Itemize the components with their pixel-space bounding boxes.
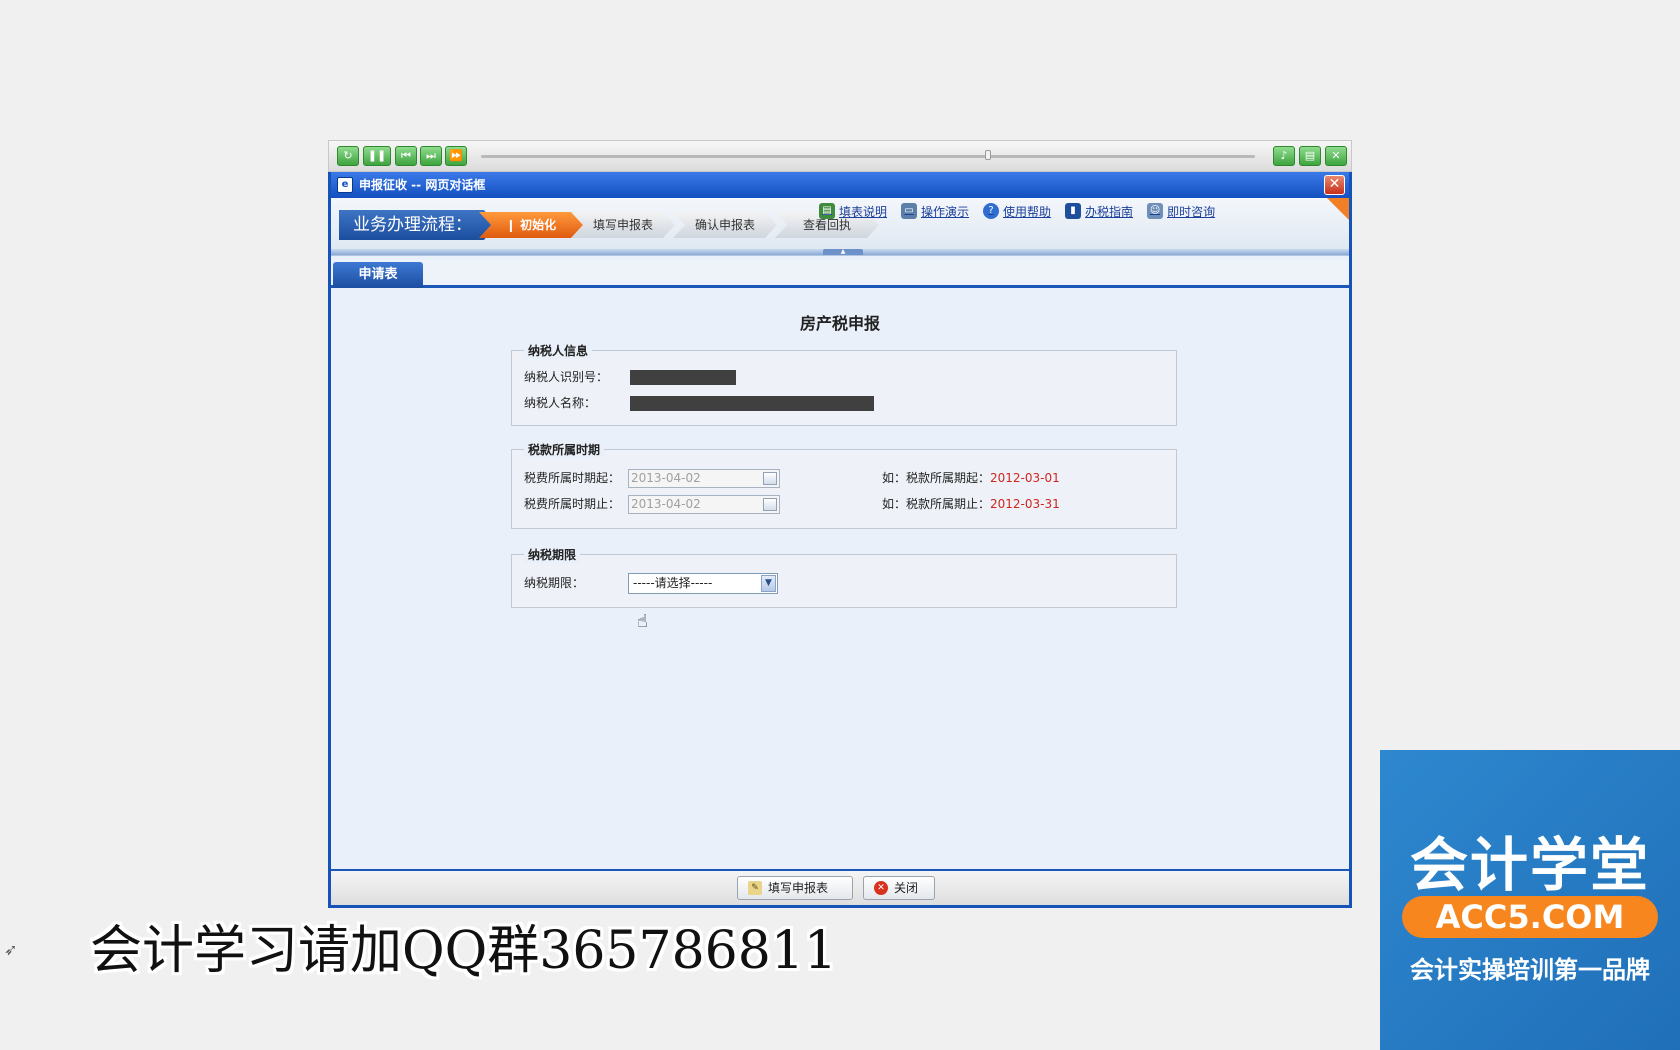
- process-label: 业务办理流程：: [339, 210, 496, 240]
- link-tax-guide[interactable]: ▮ 办税指南: [1065, 203, 1133, 220]
- qq-group-caption: 会计学习请加QQ群365786811: [90, 921, 838, 981]
- dialog-titlebar: e 申报征收 -- 网页对话框 ✕: [331, 172, 1349, 198]
- tab-bar: 申请表: [331, 260, 1349, 288]
- hint-value: 2012-03-31: [990, 497, 1060, 511]
- link-form-instructions[interactable]: ▤ 填表说明: [819, 203, 887, 220]
- tax-deadline-group: 纳税期限 纳税期限： -----请选择----- ▼: [511, 546, 1177, 608]
- user-chat-icon: ☺: [1147, 203, 1164, 219]
- link-help[interactable]: ? 使用帮助: [983, 203, 1051, 220]
- question-icon: ?: [983, 203, 1000, 219]
- period-start-label: 税费所属时期起：: [524, 471, 621, 485]
- progress-knob[interactable]: [985, 150, 991, 160]
- hint-value: 2012-03-01: [990, 471, 1060, 485]
- mouse-pointer-icon: ➶: [4, 940, 18, 959]
- link-label: 填表说明: [839, 204, 888, 219]
- collapse-handle[interactable]: ▲: [823, 249, 863, 255]
- brand-slogan: 会计实操培训第一品牌: [1410, 956, 1650, 984]
- form-area: 房产税申报 纳税人信息 纳税人识别号： 纳税人名称： 税款所属时期 税费所属时期…: [331, 288, 1349, 862]
- link-label: 办税指南: [1085, 204, 1134, 219]
- dialog-title: 申报征收 -- 网页对话框: [359, 178, 486, 192]
- group-legend: 税款所属时期: [524, 441, 605, 458]
- period-start-input[interactable]: 2013-04-02: [628, 469, 780, 488]
- taxpayer-name-label: 纳税人名称：: [524, 396, 597, 410]
- video-player-bar: ↻ ❚❚ ⏮ ⏭ ⏩ ♪ ▤ ✕: [328, 140, 1352, 172]
- link-label: 即时咨询: [1167, 204, 1216, 219]
- process-header: 业务办理流程： ❙ 初始化 填写申报表 确认申报表 查看回执 ▤ 填表说明 ▭ …: [331, 198, 1349, 256]
- chevron-down-icon[interactable]: ▼: [761, 575, 776, 592]
- edit-icon: ✎: [748, 881, 762, 895]
- tab-application-form[interactable]: 申请表: [333, 262, 423, 288]
- input-value: 2013-04-02: [631, 497, 701, 511]
- brand-name: 会计学堂: [1409, 831, 1650, 899]
- period-end-hint: 如：税款所属期止：2012-03-31: [882, 494, 1060, 514]
- document-icon: ▤: [819, 203, 835, 219]
- replay-icon[interactable]: ↻: [337, 146, 359, 166]
- volume-icon[interactable]: ♪: [1273, 146, 1295, 166]
- select-value: -----请选择-----: [633, 576, 713, 590]
- input-value: 2013-04-02: [631, 471, 701, 485]
- step-initialize[interactable]: ❙ 初始化: [479, 212, 583, 238]
- hint-prefix: 如：税款所属期止：: [882, 497, 991, 511]
- link-label: 操作演示: [921, 204, 970, 219]
- pause-icon[interactable]: ❚❚: [363, 146, 391, 166]
- collapse-bar: ▲: [331, 249, 1349, 255]
- link-demo[interactable]: ▭ 操作演示: [901, 203, 969, 220]
- taxpayer-info-group: 纳税人信息 纳税人识别号： 纳税人名称：: [511, 342, 1177, 426]
- step-confirm-form[interactable]: 确认申报表: [673, 212, 777, 238]
- player-close-icon[interactable]: ✕: [1325, 146, 1347, 166]
- calendar-icon[interactable]: [763, 472, 777, 485]
- step-fill-form[interactable]: 填写申报表: [571, 212, 675, 238]
- deadline-label: 纳税期限：: [524, 576, 585, 590]
- period-start-hint: 如：税款所属期起：2012-03-01: [882, 468, 1060, 488]
- period-end-label: 税费所属时期止：: [524, 497, 621, 511]
- close-button[interactable]: ✕ 关闭: [863, 876, 935, 900]
- next-icon[interactable]: ⏭: [420, 146, 442, 166]
- hint-prefix: 如：税款所属期起：: [882, 471, 991, 485]
- fill-form-button[interactable]: ✎ 填写申报表: [737, 876, 853, 900]
- progress-track[interactable]: [481, 150, 1255, 160]
- taxpayer-id-label: 纳税人识别号：: [524, 370, 609, 384]
- previous-icon[interactable]: ⏮: [395, 146, 417, 166]
- monitor-icon: ▭: [901, 203, 918, 219]
- dialog-window: e 申报征收 -- 网页对话框 ✕ 业务办理流程： ❙ 初始化 填写申报表 确认…: [328, 172, 1352, 908]
- link-instant-consult[interactable]: ☺ 即时咨询: [1147, 203, 1215, 220]
- taxpayer-name-redacted: [630, 396, 874, 411]
- close-icon: ✕: [874, 881, 888, 895]
- page-title: 房产税申报: [799, 314, 880, 333]
- dialog-footer: ✎ 填写申报表 ✕ 关闭: [331, 869, 1349, 905]
- save-icon[interactable]: ▤: [1299, 146, 1321, 166]
- app-icon: e: [337, 177, 353, 193]
- book-icon: ▮: [1065, 203, 1082, 219]
- dialog-close-icon[interactable]: ✕: [1324, 175, 1345, 195]
- step-marker-icon: ❙: [505, 218, 521, 232]
- hand-cursor-icon: ☝: [637, 611, 648, 632]
- button-label: 关闭: [894, 881, 919, 895]
- link-label: 使用帮助: [1003, 204, 1052, 219]
- group-legend: 纳税人信息: [524, 342, 593, 359]
- period-end-input[interactable]: 2013-04-02: [628, 495, 780, 514]
- group-legend: 纳税期限: [524, 546, 581, 563]
- brand-logo: 会计学堂 ACC5.COM 会计实操培训第一品牌: [1380, 750, 1680, 1050]
- tax-period-group: 税款所属时期 税费所属时期起： 2013-04-02 如：税款所属期起：2012…: [511, 441, 1177, 529]
- button-label: 填写申报表: [768, 881, 829, 895]
- fast-forward-icon[interactable]: ⏩: [445, 146, 467, 166]
- brand-url: ACC5.COM: [1402, 896, 1658, 938]
- deadline-select[interactable]: -----请选择----- ▼: [628, 573, 778, 594]
- corner-badge: [1327, 198, 1349, 220]
- calendar-icon[interactable]: [763, 498, 777, 511]
- step-label: 初始化: [520, 218, 557, 232]
- taxpayer-id-redacted: [630, 370, 736, 385]
- help-links: ▤ 填表说明 ▭ 操作演示 ? 使用帮助 ▮ 办税指南 ☺ 即时咨询: [819, 200, 1215, 222]
